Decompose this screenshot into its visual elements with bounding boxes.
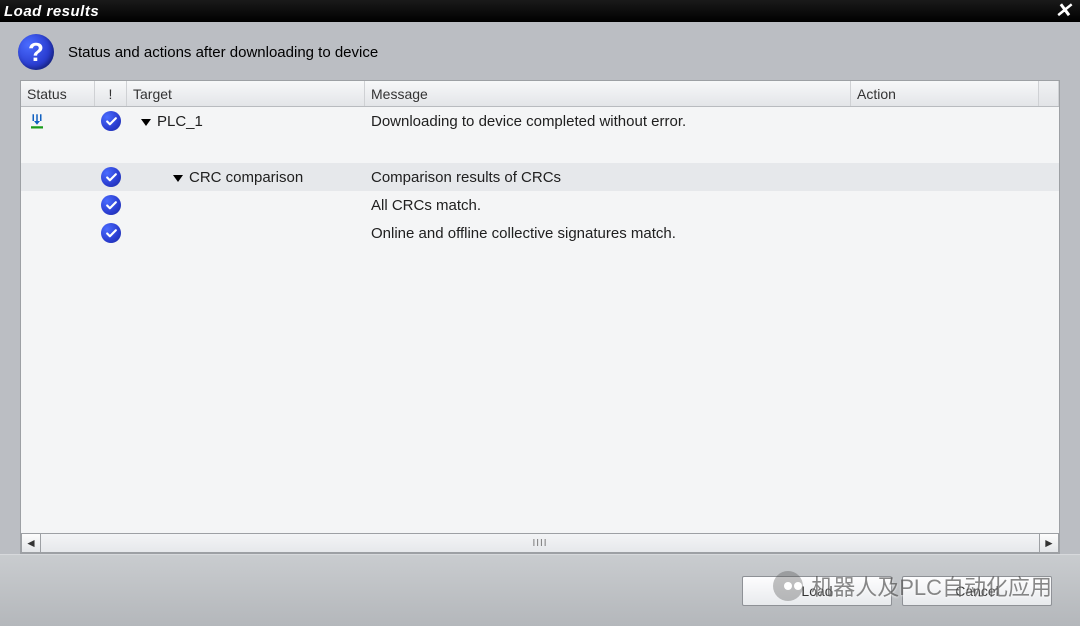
dialog-title: Load results <box>4 3 99 20</box>
message-text: Online and offline collective signatures… <box>371 225 676 242</box>
table-row[interactable]: All CRCs match. <box>21 191 1059 219</box>
col-scroll-gutter <box>1039 81 1059 106</box>
expand-triangle-icon[interactable] <box>173 175 183 182</box>
target-label: PLC_1 <box>157 113 203 130</box>
scroll-left-button[interactable]: ◄ <box>21 533 41 553</box>
cancel-button[interactable]: Cancel <box>902 576 1052 606</box>
check-icon <box>101 223 121 243</box>
table-body: PLC_1 Downloading to device completed wit… <box>21 107 1059 531</box>
message-text: Comparison results of CRCs <box>371 169 561 186</box>
col-bang[interactable]: ! <box>95 81 127 106</box>
col-status[interactable]: Status <box>21 81 95 106</box>
load-results-dialog: Load results ✕ ? Status and actions afte… <box>0 0 1080 626</box>
check-icon <box>101 111 121 131</box>
col-action[interactable]: Action <box>851 81 1039 106</box>
question-icon: ? <box>18 34 54 70</box>
target-label: CRC comparison <box>189 169 303 186</box>
load-button[interactable]: Load <box>742 576 892 606</box>
horizontal-scrollbar[interactable]: ◄ IIII ► <box>21 533 1059 553</box>
button-bar: Load Cancel 机器人及PLC自动化应用 <box>0 554 1080 626</box>
table-row[interactable]: CRC comparison Comparison results of CRCs <box>21 163 1059 191</box>
message-text: All CRCs match. <box>371 197 481 214</box>
dialog-header: ? Status and actions after downloading t… <box>0 22 1080 80</box>
scroll-track[interactable]: IIII <box>41 533 1039 553</box>
col-message[interactable]: Message <box>365 81 851 106</box>
expand-triangle-icon[interactable] <box>141 119 151 126</box>
table-row[interactable]: Online and offline collective signatures… <box>21 219 1059 247</box>
col-target[interactable]: Target <box>127 81 365 106</box>
header-text: Status and actions after downloading to … <box>68 44 378 61</box>
table-row[interactable]: PLC_1 Downloading to device completed wit… <box>21 107 1059 135</box>
scroll-right-button[interactable]: ► <box>1039 533 1059 553</box>
table-header: Status ! Target Message Action <box>21 81 1059 107</box>
download-arrow-icon <box>27 111 47 131</box>
check-icon <box>101 167 121 187</box>
check-icon <box>101 195 121 215</box>
table-row <box>21 135 1059 163</box>
message-text: Downloading to device completed without … <box>371 113 686 130</box>
results-table: Status ! Target Message Action PLC_1 Down… <box>20 80 1060 554</box>
close-icon[interactable]: ✕ <box>1051 2 1076 20</box>
title-bar[interactable]: Load results ✕ <box>0 0 1080 22</box>
